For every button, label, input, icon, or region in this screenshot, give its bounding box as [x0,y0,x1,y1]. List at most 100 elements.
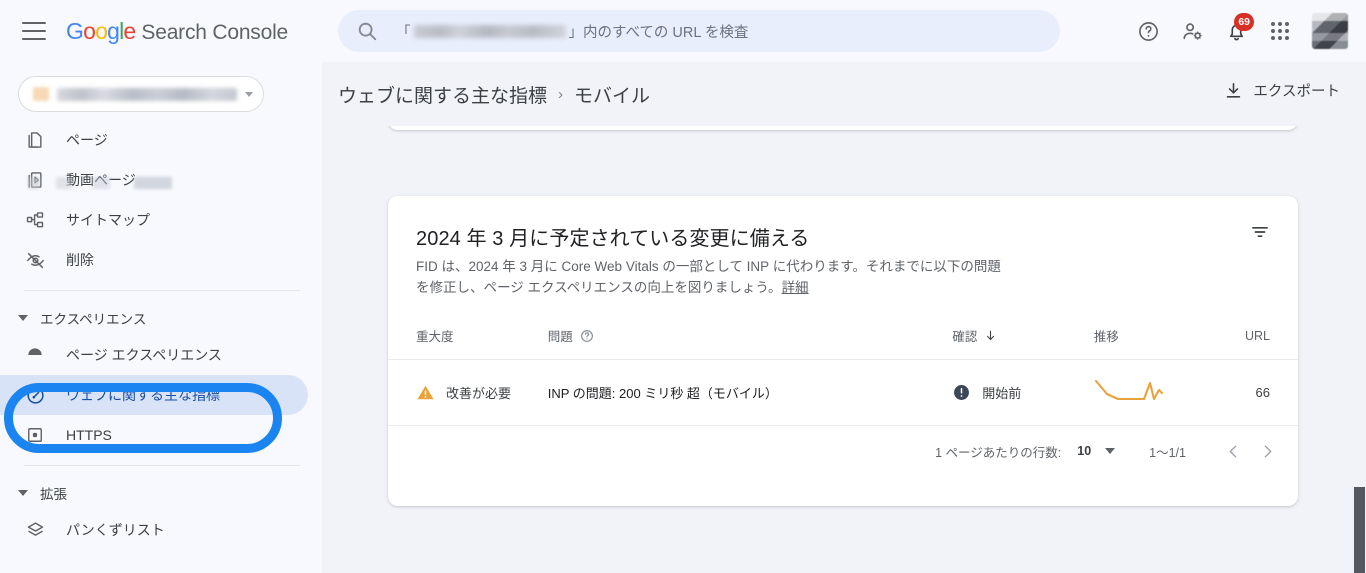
sidebar-divider [24,290,300,291]
card-description-text: FID は、2024 年 3 月に Core Web Vitals の一部として… [416,259,1001,295]
top-app-bar: GoogleSearch Console 「 」内のすべての URL を検査 [0,0,1366,62]
url-inspection-search-bar[interactable]: 「 」内のすべての URL を検査 [338,10,1060,52]
breadcrumbs-layers-icon [24,519,46,541]
card-header: 2024 年 3 月に予定されている変更に備える FID は、2024 年 3 … [388,196,1298,298]
table-row[interactable]: 改善が必要 INP の問題: 200 ミリ秒 超（モバイル） 開始前 66 [388,359,1298,427]
avatar[interactable] [1312,13,1348,49]
notifications-badge: 69 [1234,13,1254,31]
property-name-redacted [57,87,237,101]
apps-grid-icon [1271,22,1289,40]
validation-label: 開始前 [982,386,1022,402]
rows-per-page-label: 1 ページあたりの行数: [935,445,1062,460]
breadcrumb-separator: › [558,85,564,103]
account-settings-button[interactable] [1172,11,1212,51]
column-header-validation[interactable]: 確認 [952,320,1094,361]
top-bar-actions: 69 [1128,0,1348,62]
sidebar-item-pages[interactable]: ページ [0,120,308,160]
issue-label: INP の問題: 200 ミリ秒 超（モバイル） [547,386,778,402]
google-logo: Google [66,17,136,44]
arrow-down-icon [987,330,995,341]
property-selector[interactable] [18,76,264,112]
inp-migration-card: 2024 年 3 月に予定されている変更に備える FID は、2024 年 3 … [388,196,1298,506]
user-settings-icon [1182,22,1202,40]
search-icon [358,22,377,41]
sparkline-trend-icon [1094,379,1163,401]
breadcrumb: ウェブに関する主な指標 › モバイル [338,81,650,108]
rows-per-page-value: 10 [1077,444,1092,459]
column-header-urls[interactable]: URL [1204,320,1298,361]
column-header-label: 問題 [547,330,573,345]
filter-button[interactable] [1246,218,1274,246]
issues-table-head: 重大度 問題 確認 推移 URL [388,320,1298,361]
help-circle-icon[interactable] [580,329,594,343]
sidebar-group-label: エクスペリエンス [40,312,147,327]
hamburger-menu-icon[interactable] [22,22,46,40]
rows-per-page-select[interactable]: 10 [1077,444,1116,459]
cell-urls: 66 [1204,359,1298,427]
table-header-row: 重大度 問題 確認 推移 URL [388,320,1298,361]
pagination-bottom: 1 ページあたりの行数: 10 1〜1/1 [388,426,1298,476]
column-header-issue[interactable]: 問題 [547,320,953,361]
caret-down-icon [18,315,28,321]
sidebar-item-sitemaps[interactable]: サイトマップ [0,200,308,240]
cell-validation: 開始前 [952,359,1094,427]
core-web-vitals-speedometer-icon [24,384,46,406]
card-title: 2024 年 3 月に予定されている変更に備える [416,228,810,250]
column-header-label: URL [1244,328,1270,343]
caret-down-icon [1105,448,1116,455]
google-apps-button[interactable] [1260,11,1300,51]
sidebar-group-experience[interactable]: エクスペリエンス [0,301,322,335]
warning-triangle-icon [417,385,434,400]
chevron-left-icon [1229,445,1236,458]
sidebar-item-breadcrumbs[interactable]: パンくずリスト [0,510,308,550]
product-name: Search Console [141,20,289,44]
scroll-area: 1 ページあたりの行数: 10 1〜1/1 2024 年 3 月に予定されている… [322,62,1366,573]
sidebar-item-label: ページ [66,132,108,148]
sidebar-item-page-experience[interactable]: ページ エクスペリエンス [0,335,308,375]
vertical-scrollbar[interactable] [1353,62,1366,573]
search-placeholder-redacted-property [413,24,566,38]
pagination-prev-button[interactable] [1216,434,1250,468]
sidebar-divider [24,465,300,466]
sidebar-item-core-web-vitals[interactable]: ウェブに関する主な指標 [0,375,308,415]
card-description: FID は、2024 年 3 月に Core Web Vitals の一部として… [416,257,1008,298]
sidebar-group-enhancements[interactable]: 拡張 [0,476,322,510]
page-header: ウェブに関する主な指標 › モバイル エクスポート [322,62,1366,126]
column-header-label: 推移 [1093,330,1119,345]
issues-table-body: 改善が必要 INP の問題: 200 ミリ秒 超（モバイル） 開始前 66 [388,359,1298,427]
sidebar-item-https[interactable]: HTTPS [0,415,308,455]
help-button[interactable] [1128,11,1168,51]
download-icon [1227,82,1241,98]
breadcrumb-current: モバイル [574,85,651,107]
main-content: 1 ページあたりの行数: 10 1〜1/1 2024 年 3 月に予定されている… [322,62,1366,573]
caret-down-icon [18,490,28,496]
search-placeholder-suffix: 」内のすべての URL を検査 [568,24,749,41]
search-placeholder: 「 」内のすべての URL を検査 [396,21,748,42]
column-header-trend[interactable]: 推移 [1093,320,1205,361]
page-experience-icon [24,344,46,366]
sidebar-item-removals[interactable]: 削除 [0,240,308,280]
sitemap-icon [24,209,46,231]
column-header-severity[interactable]: 重大度 [388,320,548,361]
export-label: エクスポート [1253,84,1340,100]
learn-more-link[interactable]: 詳細 [782,280,809,295]
cell-issue: INP の問題: 200 ミリ秒 超（モバイル） [547,359,953,427]
scrollbar-thumb[interactable] [1354,487,1365,573]
sidebar-group-label: 拡張 [40,487,67,502]
breadcrumb-parent[interactable]: ウェブに関する主な指標 [338,81,547,108]
https-lock-icon [24,424,46,446]
pages-icon [24,129,46,151]
pagination-range: 1〜1/1 [1149,445,1186,460]
sidebar-item-label: サイトマップ [66,212,150,228]
issues-table: 重大度 問題 確認 推移 URL 改善が必要 INP の問題: 200 ミリ秒 … [388,320,1298,427]
chevron-down-icon [245,91,253,97]
filter-funnel-icon [1252,227,1268,237]
column-header-label: 重大度 [416,330,454,345]
notifications-button[interactable]: 69 [1216,11,1256,51]
sidebar-scrolled-item-partial [28,177,228,189]
export-button[interactable]: エクスポート [1224,80,1340,101]
app-brand: Google Search Console [66,18,288,45]
urls-count: 66 [1255,385,1270,401]
column-header-label: 確認 [952,330,978,345]
pagination-next-button[interactable] [1250,434,1284,468]
